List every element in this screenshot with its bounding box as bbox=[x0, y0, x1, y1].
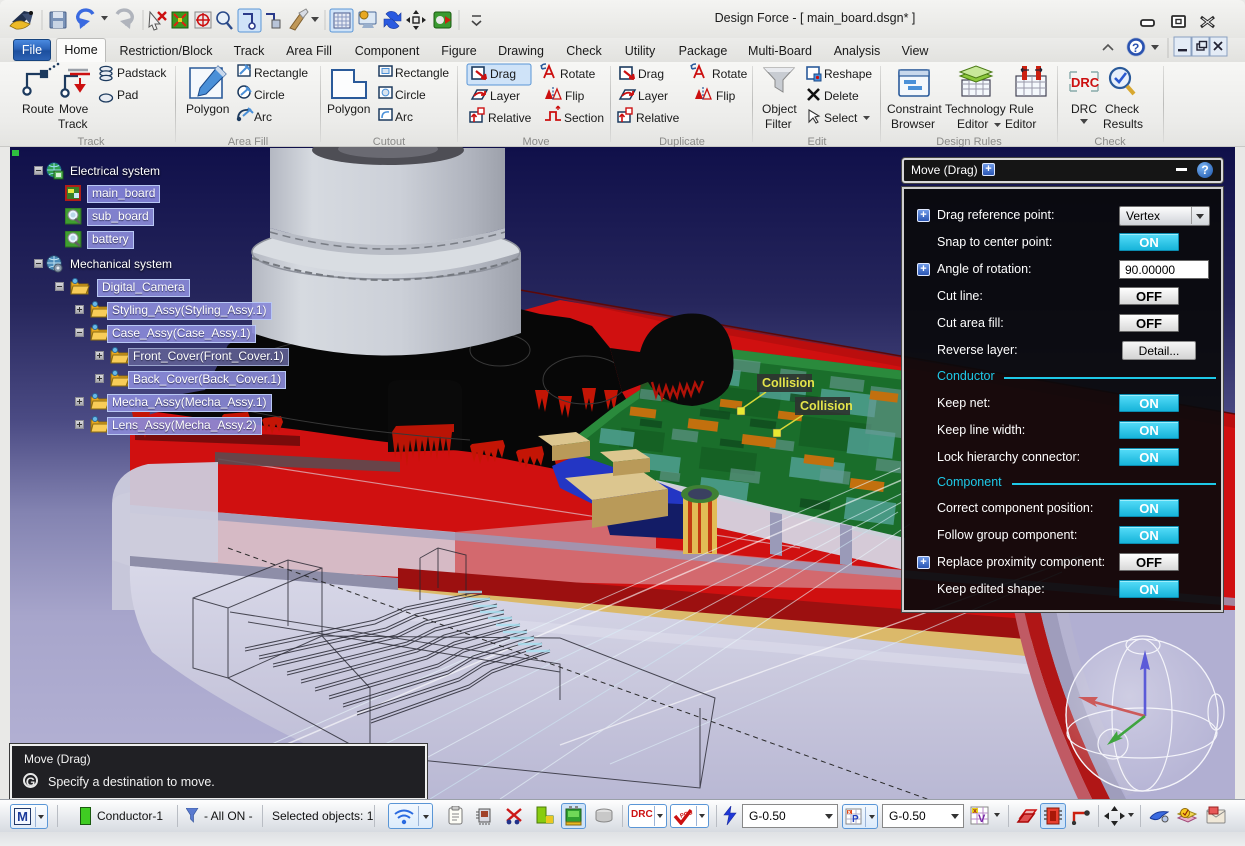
svg-text:Browser: Browser bbox=[891, 117, 935, 131]
svg-text:Layer: Layer bbox=[638, 89, 668, 103]
svg-text:Pad: Pad bbox=[117, 88, 138, 102]
svg-text:Flip: Flip bbox=[716, 89, 736, 103]
svg-text:Flip: Flip bbox=[565, 89, 585, 103]
svg-text:Track: Track bbox=[58, 117, 89, 131]
svg-text:Move: Move bbox=[59, 102, 89, 116]
svg-text:Drag: Drag bbox=[490, 67, 516, 81]
svg-text:Drag: Drag bbox=[638, 67, 664, 81]
svg-text:Reshape: Reshape bbox=[824, 67, 872, 81]
svg-text:Polygon: Polygon bbox=[186, 102, 229, 116]
svg-text:Editor: Editor bbox=[1005, 117, 1036, 131]
svg-text:Rule: Rule bbox=[1009, 102, 1034, 116]
svg-text:Route: Route bbox=[22, 102, 54, 116]
svg-text:Polygon: Polygon bbox=[327, 102, 370, 116]
svg-text:Technology: Technology bbox=[945, 102, 1006, 116]
svg-text:?: ? bbox=[1132, 41, 1139, 55]
svg-text:DRC: DRC bbox=[1071, 102, 1097, 116]
svg-text:Relative: Relative bbox=[636, 111, 680, 125]
svg-text:Select: Select bbox=[824, 111, 858, 125]
svg-text:Circle: Circle bbox=[254, 88, 285, 102]
svg-text:Object: Object bbox=[762, 102, 797, 116]
svg-text:Collision: Collision bbox=[762, 376, 815, 390]
svg-text:P: P bbox=[852, 814, 859, 825]
svg-text:Arc: Arc bbox=[395, 110, 413, 124]
svg-text:Constraint: Constraint bbox=[887, 102, 942, 116]
svg-text:x: x bbox=[973, 808, 977, 815]
svg-text:Rectangle: Rectangle bbox=[254, 66, 308, 80]
svg-text:Filter: Filter bbox=[765, 117, 792, 131]
svg-text:Rectangle: Rectangle bbox=[395, 66, 449, 80]
svg-text:Arc: Arc bbox=[254, 110, 272, 124]
svg-text:V: V bbox=[978, 813, 986, 825]
svg-text:DRC: DRC bbox=[1071, 75, 1100, 90]
svg-text:Section: Section bbox=[564, 111, 604, 125]
svg-text:Circle: Circle bbox=[395, 88, 426, 102]
svg-text:Check: Check bbox=[1105, 102, 1140, 116]
svg-text:Editor: Editor bbox=[957, 117, 988, 131]
svg-text:Rotate: Rotate bbox=[712, 67, 748, 81]
svg-text:Relative: Relative bbox=[488, 111, 532, 125]
svg-text:Padstack: Padstack bbox=[117, 66, 167, 80]
svg-text:Results: Results bbox=[1103, 117, 1143, 131]
svg-text:Rotate: Rotate bbox=[560, 67, 596, 81]
svg-text:Collision: Collision bbox=[800, 399, 853, 413]
svg-text:Delete: Delete bbox=[824, 89, 859, 103]
svg-text:Layer: Layer bbox=[490, 89, 520, 103]
